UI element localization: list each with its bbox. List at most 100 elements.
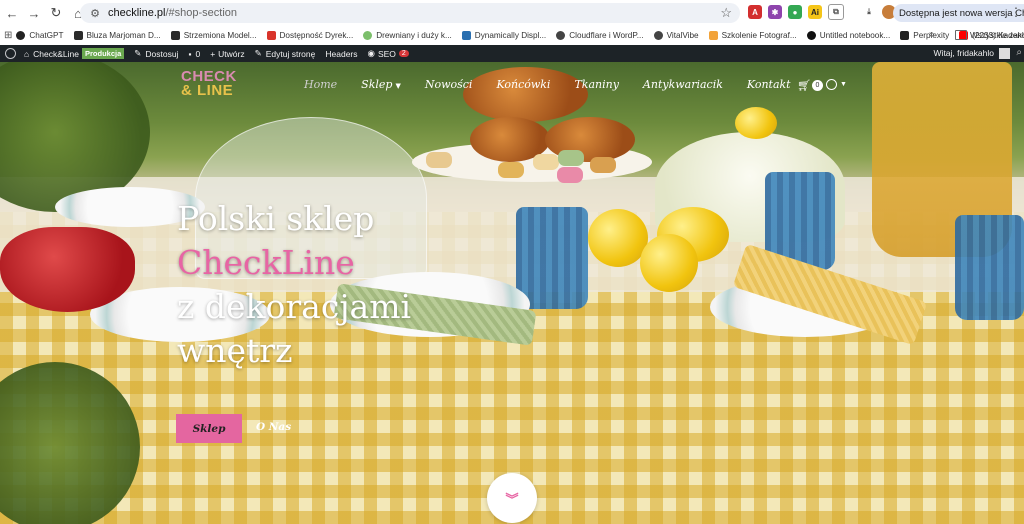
user-icon: [826, 79, 837, 90]
nav-item-nowosci[interactable]: Nowości: [425, 78, 473, 91]
bookmark-item[interactable]: Dynamically Displ...: [461, 31, 546, 40]
wordpress-icon[interactable]: [5, 48, 16, 59]
purple-extension-icon[interactable]: ✱: [768, 5, 782, 19]
hero-section: [0, 62, 1024, 524]
bookmark-icon: [170, 31, 180, 40]
puzzle-icon[interactable]: ⧉: [828, 4, 844, 20]
bookmark-item[interactable]: Drewniany i duży k...: [363, 31, 452, 40]
reload-icon[interactable]: ↻: [46, 3, 66, 23]
ai-extension-icon[interactable]: Ai: [808, 5, 822, 19]
cart-button[interactable]: 🛒︎ 0: [797, 79, 823, 92]
bookmark-item[interactable]: Strzemiona Model...: [170, 31, 257, 40]
hero-image-macaron: [533, 154, 559, 170]
wp-seo-link[interactable]: ◉ SEO 2: [368, 48, 409, 59]
bookmarks-bar: ⊞ ChatGPT Bluza Marjoman D... Strzemiona…: [0, 26, 1024, 46]
shop-button[interactable]: Sklep: [176, 414, 242, 443]
hero-line: z dekoracjami: [177, 287, 412, 326]
bookmark-icon: [266, 31, 276, 40]
wp-greeting[interactable]: Witaj, fridakahlo: [934, 48, 994, 58]
address-bar[interactable]: ⚙ checkline.pl/#shop-section ☆: [80, 3, 740, 23]
bookmark-item[interactable]: ChatGPT: [16, 31, 64, 40]
wp-new-link[interactable]: + Utwórz: [210, 49, 244, 59]
url-text[interactable]: checkline.pl/#shop-section: [108, 7, 237, 19]
wp-comments-link[interactable]: ▪ 0: [188, 49, 200, 59]
hero-image-macaron: [590, 157, 616, 173]
site-logo[interactable]: CHECK & LINE: [181, 69, 241, 100]
bookmark-item[interactable]: VitalVibe: [653, 31, 699, 40]
hero-image-blue-glass: [955, 215, 1024, 320]
hero-image-macaron: [498, 162, 524, 178]
hero-image-lemon: [588, 209, 648, 267]
main-navigation: Home Sklep ▼ Nowości Końcówki Tkaniny Ant…: [304, 78, 815, 91]
nav-item-koncowki[interactable]: Końcówki: [496, 78, 550, 91]
hero-image-croissant: [463, 67, 588, 122]
folder-icon: [955, 30, 967, 40]
hero-image-lemon: [735, 107, 777, 139]
back-icon[interactable]: ←: [2, 3, 22, 23]
comment-icon: ▪: [188, 48, 192, 59]
bookmark-icon: [900, 31, 910, 40]
seo-icon: ◉: [367, 48, 375, 58]
cart-icon: 🛒︎: [797, 80, 811, 92]
bookmark-item[interactable]: Dostępność Dyrek...: [266, 31, 353, 40]
browser-toolbar: ← → ↻ ⌂ ⚙ checkline.pl/#shop-section ☆ A…: [0, 0, 1024, 26]
nav-item-sklep[interactable]: Sklep ▼: [361, 78, 401, 91]
bookmark-icon: [363, 31, 373, 40]
hero-line-brand: CheckLine: [177, 243, 355, 282]
avatar[interactable]: [999, 48, 1010, 59]
hero-image-macaron: [557, 167, 583, 183]
bookmark-item[interactable]: Untitled notebook...: [806, 31, 890, 40]
hero-image-blue-glass: [516, 207, 588, 309]
bookmark-icon: [461, 31, 471, 40]
chrome-update-button[interactable]: Dostępna jest nowa wersja Chrome: [893, 4, 1024, 22]
chevrons-down-icon: ︾: [505, 491, 519, 507]
seo-count-badge: 2: [398, 50, 409, 57]
bookmark-icon: [73, 31, 83, 40]
download-icon[interactable]: ⤓: [862, 5, 876, 19]
nav-item-antykwariacik[interactable]: Antykwariacik: [643, 78, 723, 91]
chevron-down-icon: ▼: [395, 82, 401, 90]
scroll-down-button[interactable]: ︾: [487, 473, 537, 523]
bookmark-icon: [708, 31, 718, 40]
bookmark-icon: [556, 31, 566, 40]
wp-site-link[interactable]: ⌂ Check&Line Produkcja: [24, 48, 125, 59]
hero-image-macaron: [426, 152, 452, 168]
all-bookmarks-button[interactable]: Wszystkie zakładki: [955, 30, 1024, 40]
pdf-extension-icon[interactable]: A: [748, 5, 762, 19]
account-button[interactable]: ▼: [826, 79, 847, 90]
kebab-icon[interactable]: ⋮: [1010, 5, 1022, 19]
home-icon: ⌂: [24, 48, 30, 59]
chrome-extension-icon[interactable]: ●: [788, 5, 802, 19]
chevron-down-icon: ▼: [840, 81, 847, 88]
hero-image-red-pot: [0, 227, 135, 312]
nav-item-home[interactable]: Home: [304, 78, 337, 91]
hero-image-macaron: [558, 150, 584, 166]
nav-item-tkaniny[interactable]: Tkaniny: [574, 78, 618, 91]
hero-heading: Polski sklep CheckLine z dekoracjami wnę…: [177, 197, 411, 373]
tune-icon[interactable]: ⚙: [86, 7, 104, 20]
bookmark-item[interactable]: Szkolenie Fotograf...: [708, 31, 797, 40]
nav-item-kontakt[interactable]: Kontakt: [747, 78, 791, 91]
about-button[interactable]: O Nas: [256, 421, 291, 433]
forward-icon[interactable]: →: [24, 3, 44, 23]
apps-grid-icon[interactable]: ⊞: [4, 30, 12, 41]
bookmark-icon: [653, 31, 663, 40]
bookmark-item[interactable]: Perplexity: [900, 31, 949, 40]
extensions-area: A ✱ ● Ai ⧉ ⤓: [748, 4, 896, 20]
bookmark-icon: [16, 31, 26, 40]
plus-icon: +: [210, 48, 216, 59]
hero-line: Polski sklep: [177, 199, 375, 238]
wp-customize-link[interactable]: ✎ Dostosuj: [134, 48, 178, 59]
bookmark-item[interactable]: Cloudflare i WordP...: [556, 31, 644, 40]
more-bookmarks-icon[interactable]: »: [929, 29, 935, 40]
pencil-icon: ✎: [254, 48, 262, 58]
brush-icon: ✎: [134, 48, 142, 58]
bookmark-item[interactable]: Bluza Marjoman D...: [73, 31, 161, 40]
wp-edit-page-link[interactable]: ✎ Edytuj stronę: [255, 48, 316, 59]
environment-badge: Produkcja: [81, 48, 125, 59]
wp-headers-link[interactable]: Headers: [325, 49, 357, 59]
star-icon[interactable]: ☆: [720, 5, 732, 21]
search-icon[interactable]: ⌕: [1016, 47, 1022, 58]
hero-image-lemon: [640, 234, 698, 292]
bookmark-icon: [806, 31, 816, 40]
